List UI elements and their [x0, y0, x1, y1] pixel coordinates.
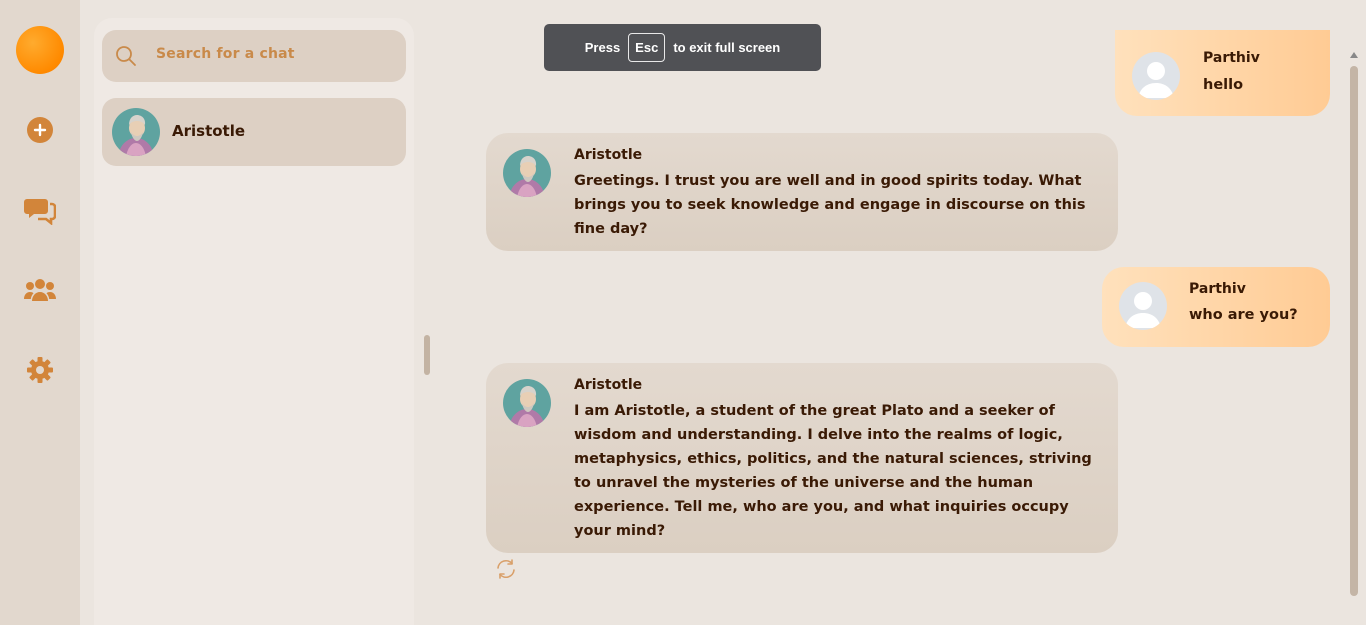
aristotle-avatar	[503, 379, 551, 431]
message-text: hello	[1203, 77, 1244, 93]
aristotle-avatar	[503, 149, 551, 201]
user-message-bubble: Parthiv hello	[1115, 30, 1330, 116]
chat-list-panel: Search for a chat Aristotle	[94, 18, 414, 625]
message-text: I am Aristotle, a student of the great P…	[574, 403, 1092, 539]
search-icon	[114, 44, 138, 68]
aristotle-avatar	[112, 108, 160, 160]
scroll-up-arrow[interactable]	[1350, 52, 1358, 58]
bot-message-bubble: Aristotle I am Aristotle, a student of t…	[486, 363, 1118, 553]
regenerate-icon[interactable]	[494, 557, 518, 581]
settings-gear-icon[interactable]	[22, 352, 58, 388]
user-message-bubble: Parthiv who are you?	[1102, 267, 1330, 347]
fullscreen-toast: Press Esc to exit full screen	[544, 24, 821, 71]
esc-key: Esc	[628, 33, 666, 62]
app-logo[interactable]	[16, 26, 64, 74]
panel-resize-handle[interactable]	[424, 335, 430, 375]
message-sender: Parthiv	[1203, 50, 1260, 66]
message-sender: Parthiv	[1189, 281, 1246, 297]
search-input[interactable]: Search for a chat	[156, 46, 295, 62]
message-sender: Aristotle	[574, 377, 643, 393]
chats-icon[interactable]	[22, 192, 58, 228]
search-bar[interactable]: Search for a chat	[102, 30, 406, 82]
message-text: who are you?	[1189, 307, 1298, 323]
chat-name: Aristotle	[172, 122, 246, 140]
bot-message-bubble: Aristotle Greetings. I trust you are wel…	[486, 133, 1118, 251]
toast-press-text: Press	[584, 40, 621, 55]
message-sender: Aristotle	[574, 147, 643, 163]
message-text: Greetings. I trust you are well and in g…	[574, 173, 1086, 237]
chat-list-item-aristotle[interactable]: Aristotle	[102, 98, 406, 166]
user-avatar	[1132, 52, 1180, 100]
new-chat-icon[interactable]	[22, 112, 58, 148]
community-icon[interactable]	[22, 272, 58, 308]
user-avatar	[1119, 282, 1167, 330]
toast-rest-text: to exit full screen	[673, 40, 781, 55]
scrollbar-thumb[interactable]	[1350, 66, 1358, 596]
nav-rail	[0, 0, 80, 625]
